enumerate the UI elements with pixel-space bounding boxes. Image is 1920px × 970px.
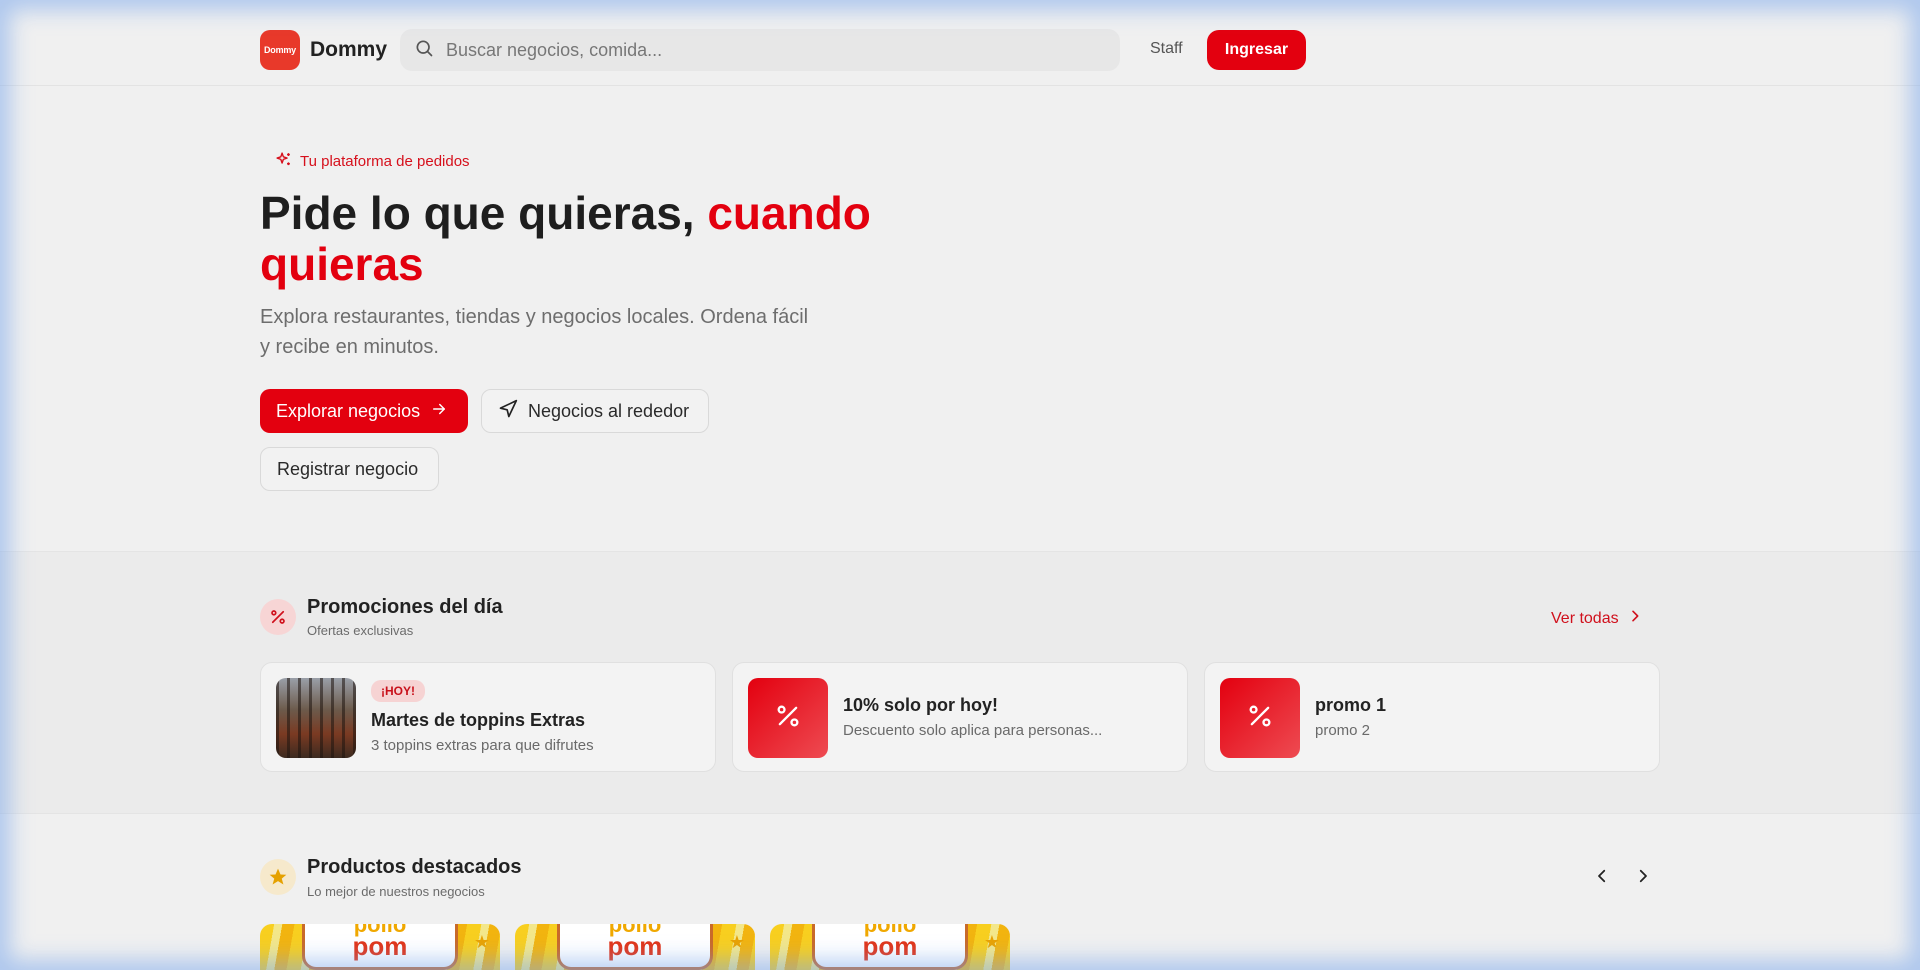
product-card[interactable]: pollo pom ★ <box>260 924 500 970</box>
percent-icon <box>260 599 296 635</box>
search-icon <box>414 38 434 63</box>
carousel-next-button[interactable] <box>1631 866 1655 890</box>
star-icon <box>260 859 296 895</box>
hero-tag-label: Tu plataforma de pedidos <box>300 153 470 170</box>
star-icon: ★ <box>728 932 745 952</box>
promo-description: Descuento solo aplica para personas... <box>843 722 1103 739</box>
star-icon: ★ <box>473 932 490 952</box>
nearby-businesses-button[interactable]: Negocios al rededor <box>481 389 709 433</box>
see-all-promotions-link[interactable]: Ver todas <box>1551 608 1643 629</box>
chevron-right-icon <box>1619 608 1643 629</box>
search-bar[interactable] <box>400 29 1120 71</box>
staff-link[interactable]: Staff <box>1150 40 1183 58</box>
percent-icon <box>1246 702 1274 735</box>
featured-subtitle: Lo mejor de nuestros negocios <box>307 884 485 899</box>
promo-percent-thumb <box>1220 678 1300 758</box>
promo-description: promo 2 <box>1315 722 1371 739</box>
carousel-prev-button[interactable] <box>1590 866 1614 890</box>
explore-businesses-button[interactable]: Explorar negocios <box>260 389 468 433</box>
product-logo: pollo pom <box>812 924 968 970</box>
login-button[interactable]: Ingresar <box>1207 30 1306 70</box>
promo-percent-thumb <box>748 678 828 758</box>
product-logo-bottom: pom <box>607 931 663 961</box>
see-all-label: Ver todas <box>1551 609 1619 627</box>
promo-description: 3 toppins extras para que difrutes <box>371 737 594 754</box>
promo-card[interactable]: 10% solo por hoy! Descuento solo aplica … <box>732 662 1188 772</box>
register-business-label: Registrar negocio <box>277 458 419 479</box>
search-input[interactable] <box>446 39 1086 61</box>
product-logo-bottom: pom <box>862 931 918 961</box>
promo-title: Martes de toppins Extras <box>371 710 586 730</box>
product-card[interactable]: pollo pom ★ <box>515 924 755 970</box>
promo-card[interactable]: promo 1 promo 2 <box>1204 662 1660 772</box>
chevron-left-icon <box>1593 867 1611 890</box>
arrow-right-icon <box>420 400 448 423</box>
brand-logo[interactable]: Dommy <box>260 30 300 70</box>
hero-tag: Tu plataforma de pedidos <box>275 151 470 172</box>
today-badge: ¡HOY! <box>371 680 425 702</box>
nearby-businesses-label: Negocios al rededor <box>528 400 690 421</box>
promo-card[interactable]: ¡HOY! Martes de toppins Extras 3 toppins… <box>260 662 716 772</box>
hero-title-main: Pide lo que quieras, <box>260 187 708 239</box>
explore-businesses-label: Explorar negocios <box>276 400 421 421</box>
product-logo: pollo pom <box>557 924 713 970</box>
featured-title: Productos destacados <box>307 856 522 878</box>
hero-subtitle: Explora restaurantes, tiendas y negocios… <box>260 306 809 358</box>
promotions-title: Promociones del día <box>307 596 503 618</box>
chevron-right-icon <box>1634 867 1652 890</box>
promo-title: promo 1 <box>1315 695 1387 715</box>
percent-icon <box>774 702 802 735</box>
promo-image <box>276 678 356 758</box>
promo-title: 10% solo por hoy! <box>843 695 999 715</box>
promotions-section: Promociones del día Ofertas exclusivas V… <box>0 551 1920 814</box>
navigation-arrow-icon <box>498 399 528 424</box>
product-logo: pollo pom <box>302 924 458 970</box>
product-logo-bottom: pom <box>352 931 408 961</box>
register-business-button[interactable]: Registrar negocio <box>260 447 439 491</box>
featured-products-section: Productos destacados Lo mejor de nuestro… <box>0 814 1920 970</box>
hero-title: Pide lo que quieras, cuando quieras <box>260 188 960 290</box>
product-card[interactable]: pollo pom ★ <box>770 924 1010 970</box>
top-navbar: Dommy Dommy Staff Ingresar <box>0 0 1920 86</box>
sparkles-icon <box>275 151 292 172</box>
promotions-subtitle: Ofertas exclusivas <box>307 623 414 638</box>
brand-name[interactable]: Dommy <box>310 38 387 62</box>
star-icon: ★ <box>983 932 1000 952</box>
brand[interactable]: Dommy Dommy <box>260 30 387 70</box>
